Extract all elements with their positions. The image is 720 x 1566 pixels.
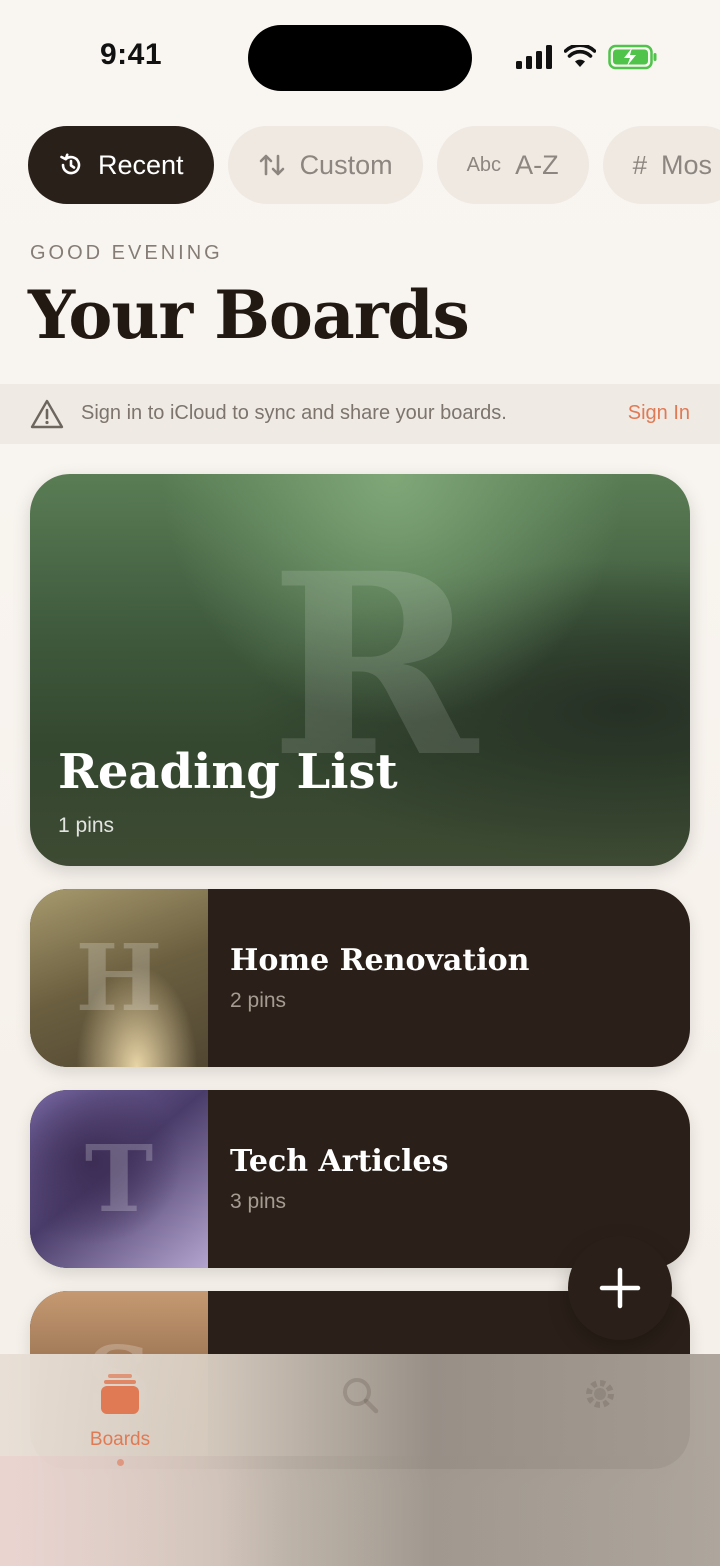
tab-label: Boards — [89, 1429, 151, 1450]
plus-icon — [599, 1267, 641, 1309]
filter-chip-most[interactable]: # Mos — [602, 126, 720, 204]
cellular-signal-icon — [516, 45, 552, 69]
greeting: GOOD EVENING — [30, 242, 223, 264]
tab-bar: Boards — [0, 1354, 720, 1566]
filter-chip-az[interactable]: Abc A-Z — [436, 126, 589, 204]
filter-chip-label: Mos — [661, 149, 713, 180]
dynamic-island — [248, 25, 472, 91]
wifi-icon — [564, 45, 596, 67]
board-letter: T — [84, 1125, 154, 1233]
tab-boards[interactable]: Boards — [50, 1372, 190, 1466]
hash-icon: # — [632, 149, 648, 180]
board-letter: H — [75, 924, 163, 1032]
add-board-button[interactable] — [568, 1236, 672, 1340]
board-thumbnail: T — [30, 1090, 208, 1268]
board-pin-count: 1 pins — [58, 814, 115, 837]
active-tab-indicator — [116, 1459, 124, 1466]
banner-message: Sign in to iCloud to sync and share your… — [81, 402, 507, 424]
board-name: Home Renovation — [230, 943, 530, 978]
history-icon — [60, 153, 81, 175]
status-bar: 9:41 — [0, 0, 720, 110]
status-time: 9:41 — [100, 38, 163, 71]
battery-charging-icon — [608, 44, 657, 70]
tab-settings[interactable] — [530, 1372, 670, 1421]
board-name: Reading List — [58, 744, 398, 800]
boards-screen: 9:41 Recent Custom Abc A-Z # Mos GOOD EV… — [0, 0, 720, 1566]
filter-chip-label: Custom — [299, 149, 393, 180]
boards-icon — [101, 1374, 139, 1414]
gear-icon — [586, 1380, 614, 1408]
board-pin-count: 2 pins — [230, 989, 287, 1012]
board-card-tech-articles[interactable]: T Tech Articles 3 pins — [30, 1090, 690, 1268]
page-title: Your Boards — [28, 276, 470, 354]
board-pin-count: 3 pins — [230, 1190, 287, 1213]
abc-icon: Abc — [466, 153, 502, 176]
status-icons — [516, 44, 658, 70]
board-name: Tech Articles — [230, 1144, 449, 1179]
board-card-reading-list[interactable]: R Reading List 1 pins — [30, 474, 690, 866]
filter-chip-label: Recent — [98, 149, 184, 180]
board-card-home-renovation[interactable]: H Home Renovation 2 pins — [30, 889, 690, 1067]
search-icon — [343, 1378, 379, 1414]
filter-chip-custom[interactable]: Custom — [227, 126, 423, 204]
filter-chips: Recent Custom Abc A-Z # Mos — [28, 126, 720, 204]
filter-chip-label: A-Z — [515, 149, 559, 180]
tab-search[interactable] — [290, 1372, 430, 1421]
filter-chip-recent[interactable]: Recent — [28, 126, 214, 204]
board-thumbnail: H — [30, 889, 208, 1067]
sign-in-button[interactable]: Sign In — [628, 402, 690, 425]
warning-icon — [30, 399, 64, 429]
sort-arrows-icon — [259, 154, 284, 176]
icloud-banner: Sign in to iCloud to sync and share your… — [0, 384, 720, 444]
